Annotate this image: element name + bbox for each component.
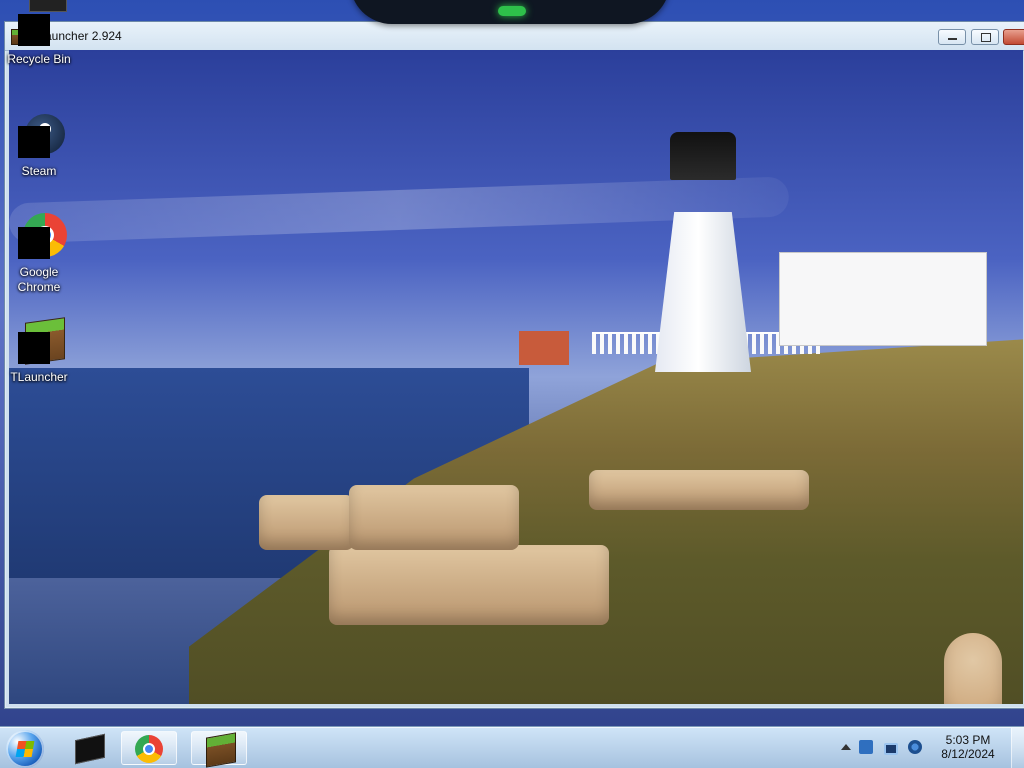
lighthouse-lantern (670, 132, 736, 180)
desktop-icon-label: Recycle Bin (7, 52, 71, 66)
desktop-icon-recycle-bin[interactable]: Recycle Bin (3, 0, 75, 67)
house (779, 252, 987, 346)
chrome-icon-mask (18, 227, 50, 259)
system-tray: 5:03 PM 8/12/2024 (839, 728, 1024, 768)
show-desktop-button[interactable] (1011, 728, 1024, 768)
tlauncher-taskbar-icon (206, 732, 236, 768)
chrome-taskbar-icon (135, 735, 163, 763)
chrome-icon (15, 213, 67, 261)
monitor-icon[interactable] (884, 743, 898, 755)
desktop-icon-steam[interactable]: Steam (3, 112, 75, 179)
tlauncher-window: TLauncher 2.924 (4, 21, 1024, 709)
steam-icon (15, 112, 65, 160)
rock (589, 470, 809, 510)
taskbar-steam-button[interactable] (60, 731, 116, 765)
steam-taskbar-icon (75, 733, 105, 765)
close-button[interactable] (1003, 29, 1024, 45)
maximize-button[interactable] (971, 29, 999, 45)
red-shed (519, 331, 569, 365)
taskbar-tlauncher-button[interactable] (191, 731, 247, 768)
taskbar-chrome-button[interactable] (121, 731, 177, 765)
shield-icon[interactable] (859, 740, 873, 754)
camera-indicator (498, 6, 526, 16)
recycle-bin-mask-icon (18, 14, 50, 46)
rock (349, 485, 519, 550)
desktop-icon-label: TLauncher (10, 370, 68, 384)
desktop-icon-label: Steam (21, 164, 57, 178)
rock (329, 545, 609, 625)
landscape-wallpaper (9, 50, 1023, 704)
up-arrow-icon[interactable] (841, 744, 851, 750)
recycle-bin-icon (15, 0, 67, 48)
network-icon[interactable] (908, 740, 922, 754)
clock-date: 8/12/2024 (941, 747, 995, 761)
desktop-icon-tlauncher[interactable]: TLauncher (3, 317, 75, 385)
minimize-button[interactable] (938, 29, 966, 45)
tlauncher-icon-mask (18, 332, 50, 364)
camera-overlay (350, 0, 670, 24)
system-clock[interactable]: 5:03 PM 8/12/2024 (933, 733, 1003, 761)
desktop-icon-label: Google Chrome (17, 265, 61, 294)
desktop: Recycle Bin Steam Google Chrome TLaunche… (0, 0, 1024, 768)
recycle-bin-top-icon (29, 0, 67, 12)
steam-icon-mask (18, 126, 50, 158)
desktop-icon-google-chrome[interactable]: Google Chrome (3, 213, 75, 295)
critter (944, 633, 1002, 704)
windows-start-button[interactable] (6, 730, 44, 768)
rock (259, 495, 354, 550)
clock-time: 5:03 PM (945, 733, 991, 747)
tlauncher-icon (15, 317, 65, 366)
taskbar: 5:03 PM 8/12/2024 (0, 727, 1024, 768)
window-titlebar[interactable]: TLauncher 2.924 (5, 22, 1024, 51)
